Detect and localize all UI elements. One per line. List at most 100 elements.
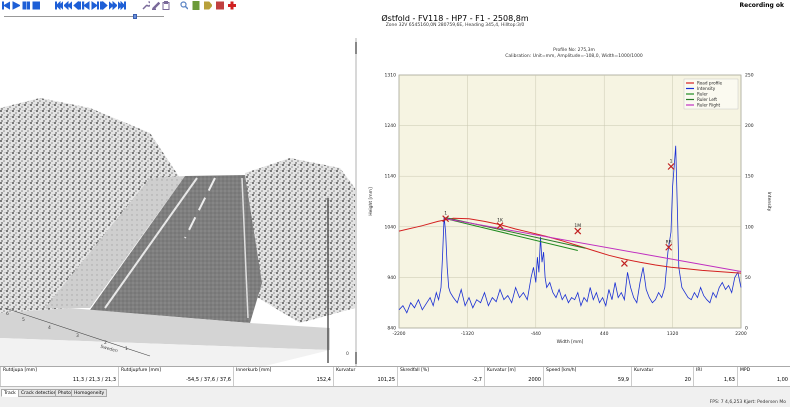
scene-axis-label: 6 [6, 312, 9, 317]
splitter-grip-top[interactable] [355, 42, 357, 54]
y-tick-label: 1140 [385, 174, 397, 180]
scene-axis-label: 4 [48, 326, 51, 331]
point-cloud-view[interactable]: 6 5 4 3 2 1 Sweden 0 [0, 38, 355, 366]
measurement-cell: Rutdjupa [mm] 11,3 / 21,3 / 21,3 [0, 367, 118, 387]
first-frame-button[interactable] [55, 1, 63, 10]
scene-right-tick: 0 [346, 352, 349, 357]
profile-chart-panel[interactable]: Profile No: 275,3m Calibration: Unit=mm, … [358, 38, 790, 366]
measurement-cell: Kurvatur 20 [631, 367, 693, 387]
slider-track [4, 16, 164, 17]
step-back-icon [82, 1, 90, 10]
x-tick-label: 1320 [667, 331, 679, 337]
y-axis-label: Height [mm] [368, 187, 374, 216]
stop-button[interactable] [32, 1, 40, 10]
y2-tick-label: 250 [745, 73, 754, 79]
plus-button[interactable] [228, 1, 236, 10]
y-tick-label: 940 [387, 275, 396, 281]
fast-rewind-icon [64, 1, 72, 10]
measurement-value: -54,5 / 37,6 / 37,6 [186, 377, 231, 383]
play-icon [12, 1, 20, 10]
bottom-tab-bar: Track Crack detection Photo Homogeneity … [0, 386, 790, 407]
measurement-value: 20 [684, 377, 691, 383]
x-axis-label: Width [mm] [557, 339, 584, 345]
measurement-value: 2000 [528, 377, 541, 383]
measurement-cell: IRI 1,63 [693, 367, 737, 387]
y-tick-label: 1310 [385, 73, 397, 79]
recording-status: Recording ok [739, 2, 784, 9]
marker-label: 1 [670, 159, 673, 165]
tab-crack-detection[interactable]: Crack detection [18, 389, 60, 397]
measurement-label: Kurvatur [m] [487, 368, 516, 373]
measurement-label: IRI [696, 368, 702, 373]
measurement-label: Speed [km/h] [546, 368, 577, 373]
measurement-label: Skredfall [%] [400, 368, 429, 373]
play-button[interactable] [12, 1, 20, 10]
y2-tick-label: 50 [745, 275, 751, 281]
measurement-value: -2,7 [472, 377, 482, 383]
tab-homogeneity[interactable]: Homogeneity [71, 389, 108, 397]
legend-entry: Ruler Left [697, 97, 717, 102]
forward-button[interactable] [100, 1, 108, 10]
wrench-button[interactable] [142, 1, 150, 10]
edit-icon [152, 1, 160, 10]
measurement-value: 1,63 [723, 377, 735, 383]
tag-button[interactable] [204, 1, 212, 10]
legend-entry: Intensity [697, 86, 716, 91]
rewind-icon [73, 1, 81, 10]
y2-axis-label: Intensity [766, 192, 772, 212]
x-tick-label: 2200 [735, 331, 747, 337]
step-forward-button[interactable] [91, 1, 99, 10]
y-tick-label: 1040 [385, 224, 397, 230]
measurement-cell: Kurvatur 101,25 [333, 367, 397, 387]
image-button[interactable] [216, 1, 224, 10]
pause-button[interactable] [22, 1, 30, 10]
splitter-grip-bottom[interactable] [355, 352, 357, 364]
wrench-icon [142, 1, 150, 10]
rewind-button[interactable] [73, 1, 81, 10]
x-tick-label: 440 [600, 331, 609, 337]
chart-subtitle: Calibration: Unit=mm, Amplitude=-108,0, … [505, 53, 643, 59]
fast-forward-button[interactable] [109, 1, 117, 10]
fast-rewind-button[interactable] [64, 1, 72, 10]
notes-button[interactable] [192, 1, 200, 10]
last-frame-button[interactable] [118, 1, 126, 10]
step-forward-icon [91, 1, 99, 10]
chart-title: Profile No: 275,3m [553, 47, 595, 53]
plus-icon [228, 1, 236, 10]
plot-area [398, 74, 742, 329]
measurement-label: Kurvatur [634, 368, 654, 373]
y2-tick-label: 0 [745, 326, 748, 332]
x-tick-label: -2200 [392, 331, 405, 337]
marker-label: 1K [497, 218, 504, 224]
measurement-value: 59,9 [617, 377, 629, 383]
magnifier-button[interactable] [180, 1, 188, 10]
tag-icon [204, 1, 212, 10]
marker-label: 1M [574, 223, 581, 229]
edit-button[interactable] [152, 1, 160, 10]
fast-forward-icon [109, 1, 117, 10]
stop-icon [32, 1, 40, 10]
page-title: Østfold - FV118 - HP7 - F1 - 2508,8m [381, 14, 529, 23]
clipboard-button[interactable] [162, 1, 170, 10]
y2-tick-label: 100 [745, 224, 754, 230]
tab-track[interactable]: Track [1, 389, 19, 397]
splitter[interactable] [355, 38, 357, 366]
x-tick-label: -440 [531, 331, 541, 337]
legend-entry: Ruler [697, 92, 708, 97]
clipboard-icon [162, 1, 170, 10]
measurement-cell: Kurvatur [m] 2000 [484, 367, 543, 387]
skip-to-start-icon [2, 1, 10, 10]
notes-icon [192, 1, 200, 10]
step-back-button[interactable] [82, 1, 90, 10]
scene-axis-label: 3 [76, 334, 79, 339]
scene-axis-label: 5 [22, 318, 25, 323]
slider-thumb[interactable] [133, 14, 138, 19]
playback-slider[interactable] [4, 14, 164, 19]
skip-to-start-button[interactable] [2, 1, 10, 10]
measurement-label: Rutdjupa [mm] [3, 368, 37, 373]
measurement-label: Innerkurb [mm] [236, 368, 272, 373]
measurement-value: 1,00 [776, 377, 788, 383]
scene-axis-label: 1 [125, 347, 128, 352]
y-tick-label: 840 [387, 326, 396, 332]
right-vegetation [245, 158, 355, 323]
